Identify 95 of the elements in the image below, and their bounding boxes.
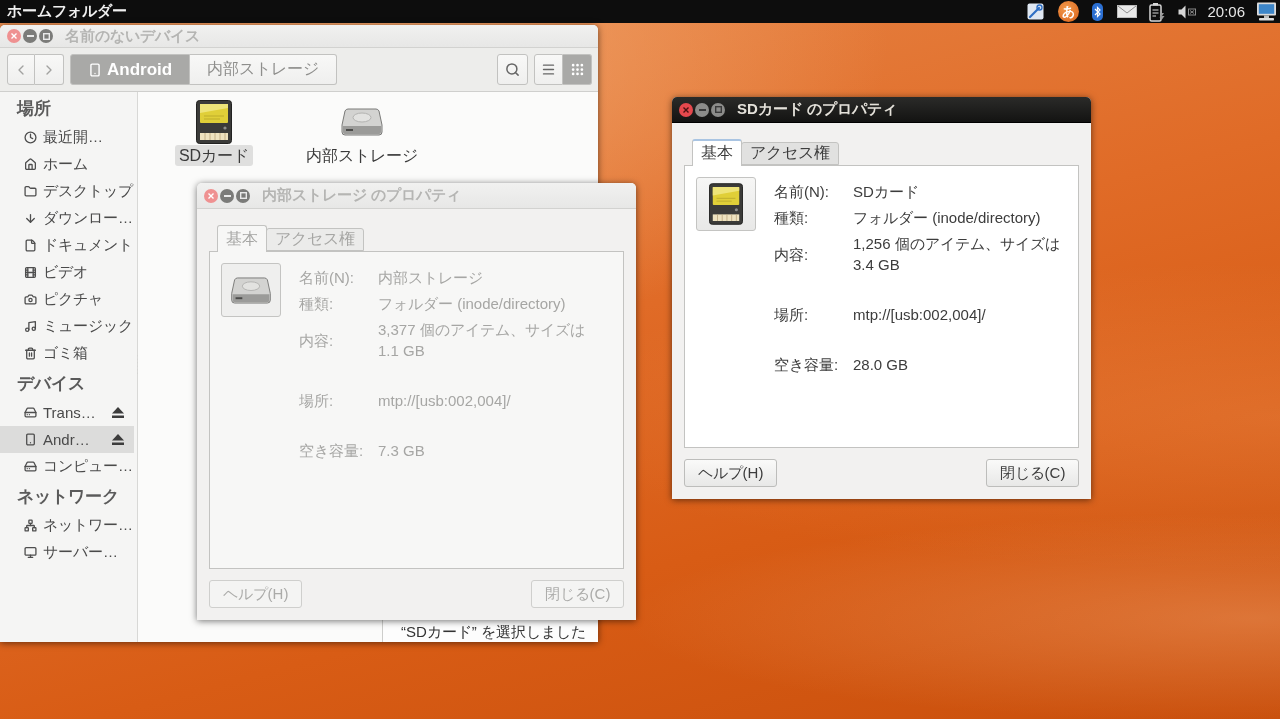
camera-icon (24, 293, 37, 306)
field-value: 28.0 GB (853, 355, 910, 375)
field-label: 空き容量: (299, 441, 365, 461)
view-mode-button[interactable] (534, 54, 563, 85)
eject-icon[interactable] (112, 434, 124, 445)
maximize-button[interactable] (236, 188, 250, 203)
icon-button[interactable] (696, 177, 756, 231)
search-button[interactable] (497, 54, 528, 85)
monitor-icon (24, 546, 37, 559)
pen-icon[interactable] (1027, 3, 1045, 20)
drive-icon (230, 276, 272, 304)
field-label: 場所: (774, 305, 810, 325)
grid-icon (569, 62, 585, 77)
field-value: 1,256 個のアイテム、サイズは 3.4 GB (853, 234, 1061, 275)
minimize-button[interactable] (220, 188, 234, 203)
sidebar-item[interactable]: Trans… (0, 399, 134, 426)
tab[interactable]: 基本 (692, 139, 742, 166)
close-icon (683, 106, 689, 113)
maximize-icon (239, 192, 247, 199)
window-title: SDカード のプロパティ (737, 100, 897, 119)
sd-card-icon (196, 100, 232, 144)
field-label: 内容: (299, 330, 335, 351)
dialog-button[interactable]: ヘルプ(H) (684, 459, 777, 487)
panel-clock[interactable]: 20:06 (1207, 3, 1245, 20)
sidebar-item[interactable]: コンピュー… (0, 453, 134, 480)
field-label: 名前(N): (774, 182, 830, 202)
field-value: mtp://[usb:002,004]/ (853, 305, 987, 325)
field-label: 場所: (299, 391, 335, 411)
computer-icon[interactable] (1256, 2, 1277, 21)
sidebar-item[interactable]: ダウンロー… (0, 205, 134, 232)
list-icon (541, 62, 556, 77)
field-value: mtp://[usb:002,004]/ (378, 391, 512, 411)
sidebar-item[interactable]: ネットワー… (0, 512, 134, 539)
sd-card-icon (709, 183, 743, 225)
maximize-icon (714, 106, 722, 113)
minimize-icon (223, 194, 231, 197)
sidebar-item[interactable]: ミュージック (0, 313, 134, 340)
music-icon (24, 320, 37, 333)
window-title: 名前のないデバイス (65, 26, 200, 46)
sidebar-item[interactable]: ピクチャ (0, 286, 134, 313)
field-label: 種類: (299, 294, 335, 314)
field-label: 名前(N): (299, 268, 355, 288)
sidebar-item[interactable]: ドキュメント (0, 232, 134, 259)
field-value: 7.3 GB (378, 441, 426, 461)
maximize-button[interactable] (711, 102, 725, 117)
drive-icon (341, 108, 383, 136)
window-title: 内部ストレージ のプロパティ (262, 186, 462, 205)
field-value: フォルダー (inode/directory) (853, 208, 1042, 228)
sidebar-item[interactable]: ビデオ (0, 259, 134, 286)
document-icon (24, 239, 37, 252)
film-icon (24, 266, 37, 279)
folder-icon (24, 185, 37, 198)
field-value: SDカード (853, 182, 920, 202)
maximize-icon (42, 32, 50, 40)
sidebar-heading: 場所 (15, 97, 52, 120)
mail-icon[interactable] (1117, 5, 1138, 18)
eject-icon[interactable] (112, 407, 124, 418)
arrow-down-icon (24, 212, 37, 225)
field-value: フォルダー (inode/directory) (378, 294, 567, 314)
close-button[interactable] (679, 102, 693, 117)
network-icon (24, 519, 37, 532)
minimize-button[interactable] (23, 29, 37, 43)
sidebar-heading: デバイス (16, 372, 86, 395)
field-value: 内部ストレージ (378, 268, 484, 288)
sidebar-item[interactable]: デスクトップ (0, 178, 134, 205)
close-icon (11, 33, 17, 39)
search-icon (505, 62, 520, 77)
clock-icon (24, 131, 37, 144)
speaker-icon[interactable] (1178, 4, 1197, 19)
sidebar-heading: ネットワーク (16, 485, 120, 508)
close-icon (208, 192, 214, 199)
field-label: 種類: (774, 208, 810, 228)
field-value: 3,377 個のアイテム、サイズは 1.1 GB (378, 320, 586, 361)
file-name[interactable]: SDカード (174, 145, 254, 166)
sidebar-item[interactable]: 最近開… (0, 124, 134, 151)
sidebar-item[interactable]: ゴミ箱 (0, 340, 134, 367)
file-name[interactable]: 内部ストレージ (302, 145, 422, 166)
battery-icon[interactable] (1149, 1, 1166, 22)
minimize-icon (698, 108, 706, 111)
phone-icon (24, 433, 37, 446)
dialog-button[interactable]: 閉じる(C) (986, 459, 1079, 487)
maximize-button[interactable] (39, 29, 53, 43)
sidebar-item[interactable]: ホーム (0, 151, 134, 178)
sidebar-item[interactable]: サーバー… (0, 539, 134, 566)
minimize-icon (26, 35, 34, 37)
trash-icon (24, 347, 37, 360)
bluetooth-icon[interactable] (1092, 2, 1104, 21)
app-title: ホームフォルダー (7, 2, 127, 21)
field-label: 内容: (774, 244, 810, 265)
sidebar-item[interactable]: Andr… (0, 426, 134, 453)
phone-icon (88, 62, 102, 77)
minimize-button[interactable] (695, 102, 709, 117)
tab[interactable]: アクセス権 (741, 142, 839, 165)
field-label: 空き容量: (774, 355, 840, 375)
home-icon (24, 158, 37, 171)
